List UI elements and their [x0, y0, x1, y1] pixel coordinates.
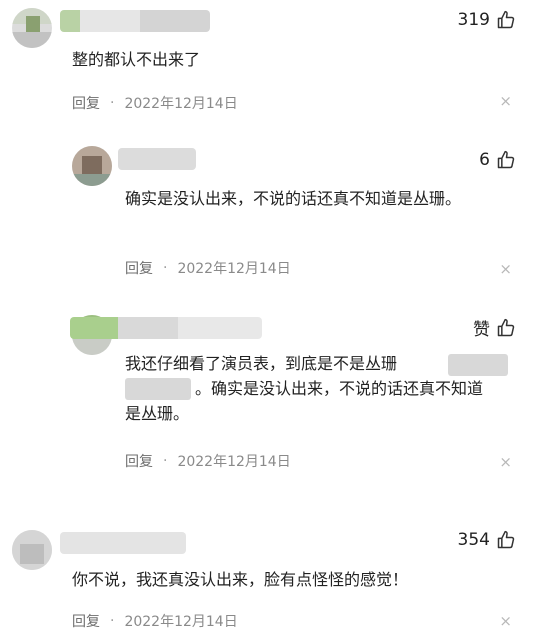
close-icon[interactable]: ×	[499, 92, 512, 110]
blurred-text-patch	[448, 354, 508, 376]
reply-button[interactable]: 回复	[72, 611, 100, 631]
like-button[interactable]: 319	[458, 10, 516, 30]
like-button[interactable]: 354	[458, 530, 516, 550]
close-icon[interactable]: ×	[499, 453, 512, 471]
username-blurred[interactable]	[70, 317, 262, 339]
avatar[interactable]	[72, 146, 112, 186]
comment-text: 确实是没认出来，不说的话还真不知道是丛珊。	[125, 189, 462, 208]
username-blurred[interactable]	[60, 10, 210, 32]
comment-meta: 回复 · 2022年12月14日	[72, 611, 238, 631]
reply-button[interactable]: 回复	[125, 451, 153, 471]
comment-3: 赞 我还仔细看了演员表，到底是不是丛珊 。确实是没认出来，不说的话还真不知道 是…	[0, 305, 552, 485]
comment-date: 2022年12月14日	[124, 96, 238, 112]
blurred-text-patch	[125, 378, 191, 400]
comment-meta: 回复 · 2022年12月14日	[72, 93, 238, 113]
avatar[interactable]	[12, 530, 52, 570]
thumbs-up-icon	[497, 10, 515, 29]
username-blurred[interactable]	[118, 148, 196, 170]
like-button[interactable]: 6	[479, 150, 516, 170]
like-count: 319	[457, 10, 490, 30]
comment-date: 2022年12月14日	[124, 614, 238, 630]
comment-1: 319 整的都认不出来了 回复 · 2022年12月14日 ×	[0, 0, 552, 125]
like-count: 6	[479, 150, 490, 170]
close-icon[interactable]: ×	[499, 612, 512, 630]
close-icon[interactable]: ×	[499, 260, 512, 278]
reply-button[interactable]: 回复	[125, 258, 153, 278]
reply-button[interactable]: 回复	[72, 93, 100, 113]
avatar[interactable]	[12, 8, 52, 48]
comment-2: 6 确实是没认出来，不说的话还真不知道是丛珊。 回复 · 2022年12月14日…	[0, 140, 552, 290]
comment-text-line-3: 是丛珊。	[125, 404, 190, 423]
comment-meta: 回复 · 2022年12月14日	[125, 451, 291, 471]
comment-date: 2022年12月14日	[177, 261, 291, 277]
thumbs-up-icon	[497, 150, 515, 169]
comment-meta: 回复 · 2022年12月14日	[125, 258, 291, 278]
like-count: 354	[457, 530, 490, 550]
username-blurred[interactable]	[60, 532, 186, 554]
like-button[interactable]: 赞	[473, 315, 516, 340]
comment-date: 2022年12月14日	[177, 454, 291, 470]
thumbs-up-icon	[497, 530, 515, 549]
comment-text: 你不说，我还真没认出来，脸有点怪怪的感觉！	[72, 570, 409, 589]
like-label: 赞	[473, 320, 490, 340]
comment-4: 354 你不说，我还真没认出来，脸有点怪怪的感觉！ 回复 · 2022年12月1…	[0, 520, 552, 637]
thumbs-up-icon	[497, 318, 515, 336]
comment-text: 整的都认不出来了	[72, 50, 201, 69]
